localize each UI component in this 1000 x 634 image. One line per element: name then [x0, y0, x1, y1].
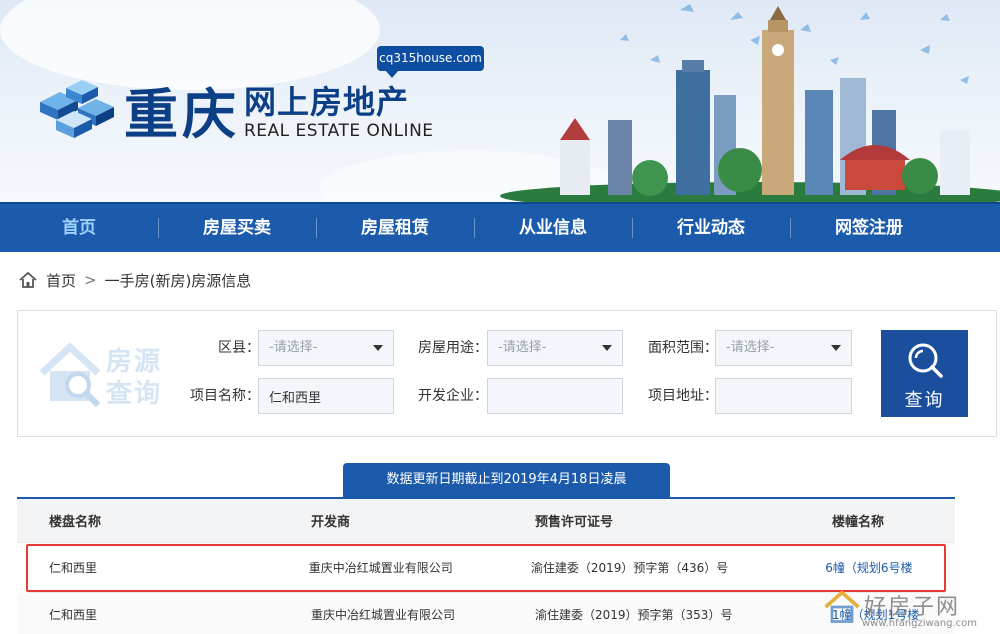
breadcrumb-home[interactable]: 首页	[46, 270, 76, 291]
search-icon	[908, 343, 943, 378]
project-name-label: 项目名称：	[190, 388, 260, 404]
address-label: 项目地址：	[648, 388, 718, 404]
nav-item-house-rent[interactable]: 房屋租赁	[316, 204, 474, 252]
usage-select[interactable]: -请选择-	[487, 330, 623, 366]
logo-title-text: 网上房地产	[244, 83, 410, 121]
nav-item-home[interactable]: 首页	[0, 204, 158, 252]
update-notice-tab: 数据更新日期截止到2019年4月18日凌晨	[343, 463, 670, 497]
nav-item-house-trade[interactable]: 房屋买卖	[158, 204, 316, 252]
address-input[interactable]	[715, 378, 852, 414]
logo-city-text: 重庆	[124, 82, 240, 146]
logo-english-text: REAL ESTATE ONLINE	[244, 121, 434, 141]
district-label: 区县：	[218, 340, 260, 356]
search-panel: 房源 查询 区县： -请选择- 房屋用途： -请选择- 面积范围： -请选择- …	[17, 310, 997, 437]
breadcrumb-current: 一手房(新房)房源信息	[104, 271, 252, 290]
developer-input[interactable]	[487, 378, 623, 414]
search-logo: 房源 查询	[38, 339, 173, 409]
table-row[interactable]: 仁和西里 重庆中冶红城置业有限公司 渝住建委（2019）预字第（353）号 1幢…	[17, 593, 955, 634]
site-watermark: 好房子网 www.hfangziwang.com	[818, 583, 998, 634]
watermark-url: www.hfangziwang.com	[862, 618, 978, 629]
header-banner: 重庆 网上房地产 REAL ESTATE ONLINE cq315house.c…	[0, 0, 1000, 202]
search-logo-line2: 查询	[106, 379, 163, 409]
developer-label: 开发企业：	[418, 388, 488, 404]
column-header-building: 楼幢名称	[832, 515, 885, 530]
logo-cubes-icon	[40, 80, 114, 138]
results-table: 楼盘名称 开发商 预售许可证号 楼幢名称 仁和西里 重庆中冶红城置业有限公司 渝…	[17, 497, 955, 634]
home-icon[interactable]	[18, 270, 38, 290]
watermark-text: 好房子网	[864, 595, 961, 620]
breadcrumb-separator: >	[84, 271, 97, 289]
column-header-project: 楼盘名称	[49, 515, 102, 530]
table-row[interactable]: 仁和西里 重庆中冶红城置业有限公司 渝住建委（2019）预字第（436）号 6幢…	[25, 543, 947, 593]
column-header-developer: 开发商	[311, 515, 351, 530]
breadcrumb: 首页 > 一手房(新房)房源信息	[18, 266, 251, 294]
query-button[interactable]: 查询	[881, 330, 968, 417]
chevron-down-icon	[373, 345, 383, 351]
column-header-permit: 预售许可证号	[535, 515, 614, 530]
city-skyline-illustration	[500, 4, 1000, 202]
district-select[interactable]: -请选择-	[258, 330, 394, 366]
cell-project: 仁和西里	[49, 608, 98, 622]
project-name-input[interactable]	[258, 378, 394, 414]
usage-label: 房屋用途：	[418, 340, 488, 356]
building-link[interactable]: 6幢（规划6号楼	[793, 559, 947, 576]
cell-developer: 重庆中冶红城置业有限公司	[311, 608, 456, 622]
cell-permit: 渝住建委（2019）预字第（436）号	[530, 561, 729, 575]
cell-project: 仁和西里	[49, 561, 98, 575]
query-button-label: 查询	[904, 390, 945, 411]
main-nav: 首页 房屋买卖 房屋租赁 从业信息 行业动态 网签注册	[0, 202, 1000, 252]
chevron-down-icon	[602, 345, 612, 351]
chevron-down-icon	[831, 345, 841, 351]
area-select[interactable]: -请选择-	[715, 330, 852, 366]
cell-developer: 重庆中冶红城置业有限公司	[308, 561, 453, 575]
domain-badge: cq315house.com	[377, 46, 484, 78]
cell-permit: 渝住建委（2019）预字第（353）号	[535, 608, 733, 622]
usage-select-value: -请选择-	[498, 340, 547, 355]
house-search-icon	[39, 342, 101, 408]
nav-item-online-sign[interactable]: 网签注册	[790, 204, 948, 252]
district-select-value: -请选择-	[269, 340, 318, 355]
nav-item-industry-news[interactable]: 行业动态	[632, 204, 790, 252]
house-logo-icon	[824, 590, 860, 623]
area-label: 面积范围：	[648, 340, 718, 356]
area-select-value: -请选择-	[726, 340, 775, 355]
nav-item-practitioner-info[interactable]: 从业信息	[474, 204, 632, 252]
table-header-row: 楼盘名称 开发商 预售许可证号 楼幢名称	[17, 499, 955, 543]
